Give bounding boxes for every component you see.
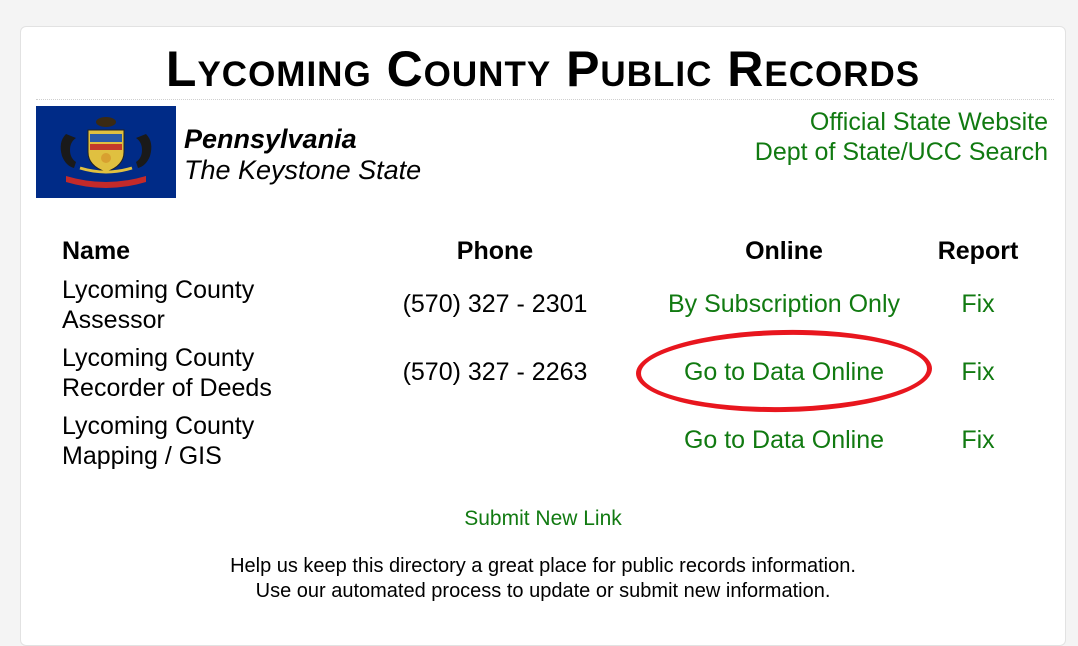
table-row-name: Lycoming County Recorder of Deeds — [62, 343, 362, 403]
help-text: Help us keep this directory a great plac… — [0, 554, 1078, 604]
column-header-phone: Phone — [456, 237, 534, 265]
row-name-line1: Lycoming County — [62, 412, 255, 440]
table-row-name: Lycoming County Mapping / GIS — [62, 411, 362, 471]
column-header-report: Report — [937, 237, 1019, 265]
by-subscription-only-link[interactable]: By Subscription Only — [668, 290, 900, 318]
dept-of-state-ucc-search-link[interactable]: Dept of State/UCC Search — [755, 137, 1048, 167]
state-name: Pennsylvania — [184, 124, 357, 154]
row-report: Fix — [918, 425, 1038, 455]
row-report: Fix — [918, 357, 1038, 387]
row-online: Go to Data Online — [634, 425, 934, 455]
row-report: Fix — [918, 289, 1038, 319]
row-name-line2: Assessor — [62, 306, 165, 334]
row-online: By Subscription Only — [634, 289, 934, 319]
state-info: Pennsylvania The Keystone State — [184, 124, 421, 186]
row-phone: (570) 327 - 2263 — [402, 358, 588, 386]
pennsylvania-flag-icon — [36, 106, 176, 198]
row-name-line2: Recorder of Deeds — [62, 374, 272, 402]
submit-new-link[interactable]: Submit New Link — [464, 507, 622, 530]
column-header-online: Online — [745, 237, 823, 265]
row-name-line2: Mapping / GIS — [62, 442, 222, 470]
column-header-name: Name — [62, 237, 131, 265]
submit-section: Submit New Link — [0, 505, 1078, 533]
fix-link[interactable]: Fix — [961, 290, 994, 318]
title-divider — [36, 99, 1054, 100]
page-title: Lycoming County Public Records — [165, 41, 921, 97]
state-nickname: The Keystone State — [184, 155, 422, 185]
go-to-data-online-link[interactable]: Go to Data Online — [684, 426, 884, 454]
row-phone: (570) 327 - 2301 — [402, 290, 588, 318]
official-state-website-link[interactable]: Official State Website — [755, 107, 1048, 137]
help-line2: Use our automated process to update or s… — [255, 580, 831, 602]
help-line1: Help us keep this directory a great plac… — [230, 555, 856, 577]
table-row-name: Lycoming County Assessor — [62, 275, 362, 335]
state-links: Official State Website Dept of State/UCC… — [755, 107, 1048, 167]
row-name-line1: Lycoming County — [62, 276, 255, 304]
fix-link[interactable]: Fix — [961, 358, 994, 386]
fix-link[interactable]: Fix — [961, 426, 994, 454]
row-name-line1: Lycoming County — [62, 344, 255, 372]
